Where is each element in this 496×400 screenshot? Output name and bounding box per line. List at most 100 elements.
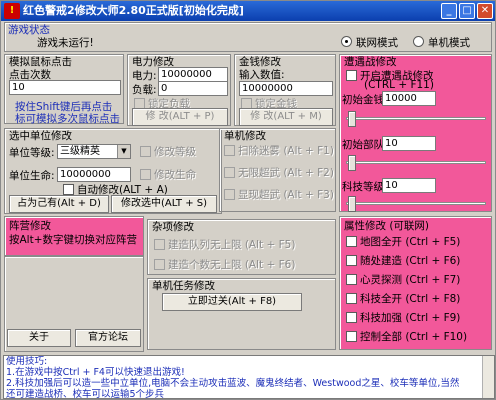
game-status-text: 游戏未运行! bbox=[37, 37, 94, 49]
money-modify-button[interactable]: 修 改(ALT + M) bbox=[239, 108, 333, 126]
unit-life-label: 单位生命: bbox=[9, 170, 55, 182]
encounter-title: 遭遇战修改 bbox=[344, 56, 397, 68]
psychic-detect-label[interactable]: 心灵探测 (Ctrl + F7) bbox=[360, 272, 460, 287]
encounter-mod-group: 遭遇战修改 开启遭遇战修改 (CTRL + F11) 初始金钱 10000 初始… bbox=[339, 54, 492, 212]
mod-life-label: 修改生命 bbox=[154, 169, 196, 181]
maximize-button[interactable]: □ bbox=[459, 3, 475, 19]
tips-line: 1.在游戏中按Ctrl + F4可以快速退出游戏! bbox=[6, 367, 185, 378]
mouse-sim-group: 模拟鼠标点击 点击次数 10 按住Shift键后再点击 标可模拟多次鼠标点击 bbox=[4, 54, 124, 125]
attributes-group: 属性修改 (可联网) 地图全开 (Ctrl + F5) 随处建造 (Ctrl +… bbox=[339, 216, 492, 350]
forum-button[interactable]: 官方论坛 bbox=[75, 329, 141, 347]
single-mode-radio[interactable] bbox=[413, 36, 424, 47]
money-group: 金钱修改 输入数值: 10000000 锁定金钱 修 改(ALT + M) bbox=[234, 54, 336, 126]
modify-selected-button[interactable]: 修改选中(ALT + S) bbox=[111, 195, 217, 213]
tech-level-label: 科技等级 bbox=[342, 181, 384, 193]
tips-line: 2.科技加强后可以造一些中立单位,电脑不会主动攻击蓝波、魔鬼终结者、Westwo… bbox=[6, 378, 460, 389]
power-modify-button[interactable]: 修 改(ALT + P) bbox=[132, 108, 228, 126]
left-bottom-area: 关于 官方论坛 bbox=[4, 256, 144, 352]
misc-title: 杂项修改 bbox=[152, 221, 194, 233]
single-item-checkbox[interactable] bbox=[224, 189, 235, 200]
tips-scrollbar[interactable] bbox=[482, 356, 494, 398]
single-mod-title: 单机修改 bbox=[224, 130, 266, 142]
chevron-down-icon[interactable]: ▼ bbox=[117, 145, 130, 158]
tips-textarea[interactable]: 使用技巧: 1.在游戏中按Ctrl + F4可以快速退出游戏! 2.科技加强后可… bbox=[3, 355, 495, 399]
init-money-label: 初始金钱 bbox=[342, 94, 384, 106]
attributes-title: 属性修改 (可联网) bbox=[344, 220, 430, 232]
camp-group: 阵营修改 按Alt+数字键切换对应阵营 bbox=[4, 216, 144, 256]
attribute-checkbox[interactable] bbox=[346, 255, 357, 266]
init-money-slider-thumb[interactable] bbox=[348, 111, 356, 127]
mod-life-checkbox[interactable] bbox=[140, 169, 151, 180]
money-input-label: 输入数值: bbox=[239, 69, 285, 81]
init-money-input[interactable]: 10000 bbox=[382, 91, 436, 106]
init-money-slider-track[interactable] bbox=[346, 117, 486, 120]
tech-level-slider-track[interactable] bbox=[346, 202, 486, 205]
money-input[interactable]: 10000000 bbox=[239, 81, 333, 96]
single-item-checkbox[interactable] bbox=[224, 145, 235, 156]
build-count-label: 建造个数无上限 (Alt + F6) bbox=[168, 259, 296, 271]
unit-mod-group: 选中单位修改 单位等级: 三级精英 ▼ 修改等级 单位生命: 10000000 … bbox=[4, 128, 222, 214]
attribute-checkbox[interactable] bbox=[346, 236, 357, 247]
init-units-slider-thumb[interactable] bbox=[348, 155, 356, 171]
tech-level-slider-thumb[interactable] bbox=[348, 196, 356, 212]
tech-all-label[interactable]: 科技全开 (Ctrl + F8) bbox=[360, 291, 460, 306]
map-reveal-label[interactable]: 地图全开 (Ctrl + F5) bbox=[360, 234, 460, 249]
mouse-hint-line2: 标可模拟多次鼠标点击 bbox=[15, 113, 120, 125]
attribute-checkbox[interactable] bbox=[346, 331, 357, 342]
online-mode-radio[interactable] bbox=[341, 36, 352, 47]
mission-group: 单机任务修改 立即过关(Alt + F8) bbox=[147, 278, 336, 350]
build-queue-label: 建造队列无上限 (Alt + F5) bbox=[168, 239, 296, 251]
single-mod-group: 单机修改 扫除迷雾 (Alt + F1) 无限超武 (Alt + F2) 显现超… bbox=[219, 128, 336, 212]
about-button[interactable]: 关于 bbox=[7, 329, 71, 347]
unit-level-value: 三级精英 bbox=[60, 146, 100, 157]
tips-line: 还可建造战桥、校车可以运输5个步兵 bbox=[6, 389, 165, 399]
close-button[interactable]: ✕ bbox=[477, 3, 493, 19]
tips-line: 使用技巧: bbox=[6, 356, 48, 367]
pass-level-button[interactable]: 立即过关(Alt + F8) bbox=[162, 293, 302, 311]
camp-title: 阵营修改 bbox=[9, 220, 51, 232]
attribute-checkbox[interactable] bbox=[346, 293, 357, 304]
attribute-checkbox[interactable] bbox=[346, 312, 357, 323]
tech-boost-label[interactable]: 科技加强 (Ctrl + F9) bbox=[360, 310, 460, 325]
online-mode-label[interactable]: 联网模式 bbox=[356, 35, 398, 50]
misc-item-checkbox[interactable] bbox=[154, 239, 165, 250]
init-units-input[interactable]: 10 bbox=[382, 136, 436, 151]
power-label: 电力: bbox=[132, 70, 157, 82]
single-mode-label[interactable]: 单机模式 bbox=[428, 35, 470, 50]
init-units-slider-track[interactable] bbox=[346, 161, 486, 164]
mission-title: 单机任务修改 bbox=[152, 280, 215, 292]
auto-modify-checkbox[interactable] bbox=[63, 184, 74, 195]
unit-life-input[interactable]: 10000000 bbox=[57, 167, 131, 182]
load-label: 负载: bbox=[132, 84, 157, 96]
control-all-label[interactable]: 控制全部 (Ctrl + F10) bbox=[360, 329, 467, 344]
mod-level-label: 修改等级 bbox=[154, 146, 196, 158]
unit-level-label: 单位等级: bbox=[9, 147, 55, 159]
unit-mod-title: 选中单位修改 bbox=[9, 130, 72, 142]
show-superweapon-label: 显现超武 (Alt + F3) bbox=[238, 189, 334, 201]
title-bar[interactable]: ! 红色警戒2修改大师2.80正式版[初始化完成] _ □ ✕ bbox=[1, 1, 495, 21]
window-title: 红色警戒2修改大师2.80正式版[初始化完成] bbox=[23, 4, 244, 17]
clear-fog-label: 扫除迷雾 (Alt + F1) bbox=[238, 145, 334, 157]
click-count-input[interactable]: 10 bbox=[9, 80, 121, 95]
camp-hint: 按Alt+数字键切换对应阵营 bbox=[9, 234, 138, 246]
unlimited-superweapon-label: 无限超武 (Alt + F2) bbox=[238, 167, 334, 179]
enable-encounter-hotkey: (CTRL + F11) bbox=[364, 79, 434, 91]
init-units-label: 初始部队 bbox=[342, 139, 384, 151]
minimize-button[interactable]: _ bbox=[441, 3, 457, 19]
game-status-group: 游戏状态 游戏未运行! 联网模式 单机模式 bbox=[4, 22, 492, 52]
single-item-checkbox[interactable] bbox=[224, 167, 235, 178]
power-group: 电力修改 电力: 10000000 负载: 0 锁定负载 修 改(ALT + P… bbox=[127, 54, 231, 126]
enable-encounter-checkbox[interactable] bbox=[346, 70, 357, 81]
attribute-checkbox[interactable] bbox=[346, 274, 357, 285]
occupy-button[interactable]: 占为己有(Alt + D) bbox=[9, 195, 109, 213]
mod-level-checkbox[interactable] bbox=[140, 146, 151, 157]
power-input[interactable]: 10000000 bbox=[158, 67, 228, 82]
tech-level-input[interactable]: 10 bbox=[382, 178, 436, 193]
build-anywhere-label[interactable]: 随处建造 (Ctrl + F6) bbox=[360, 253, 460, 268]
misc-group: 杂项修改 建造队列无上限 (Alt + F5) 建造个数无上限 (Alt + F… bbox=[147, 219, 336, 275]
load-input[interactable]: 0 bbox=[158, 81, 228, 96]
misc-item-checkbox[interactable] bbox=[154, 259, 165, 270]
unit-level-select[interactable]: 三级精英 ▼ bbox=[57, 144, 131, 159]
alert-icon: ! bbox=[4, 3, 20, 19]
app-window: ! 红色警戒2修改大师2.80正式版[初始化完成] _ □ ✕ 游戏状态 游戏未… bbox=[0, 0, 496, 400]
